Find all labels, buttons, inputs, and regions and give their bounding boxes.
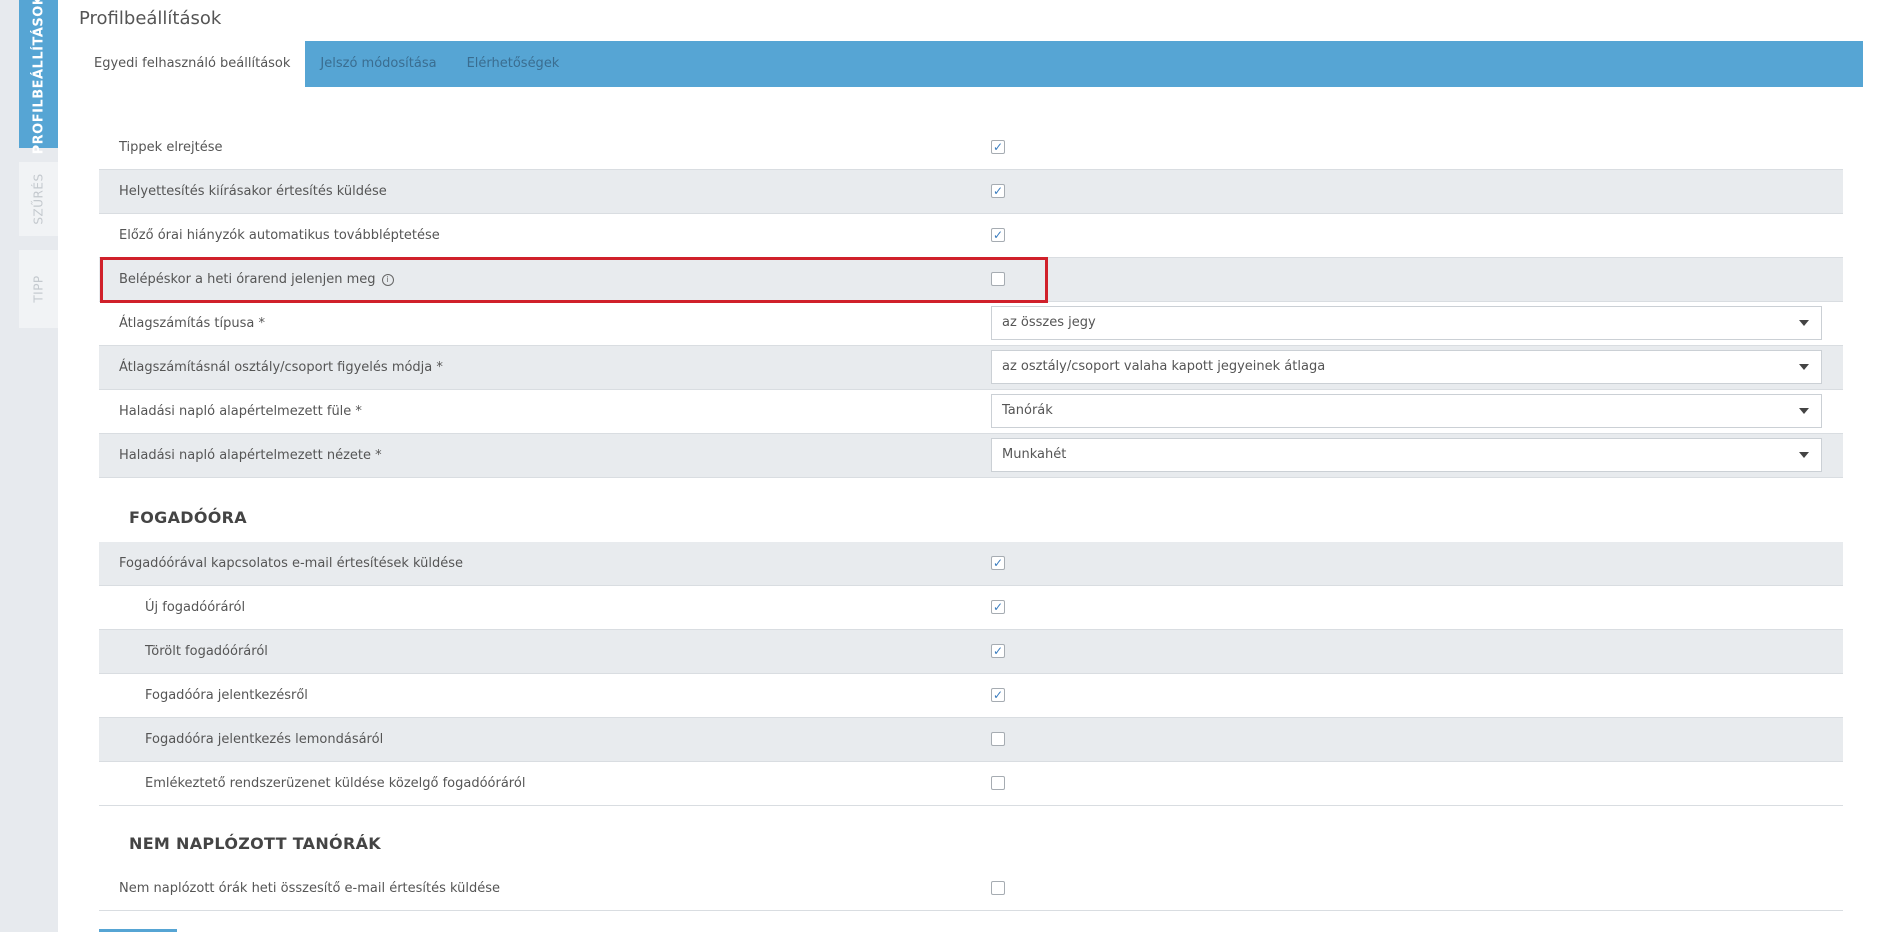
fogadoora-settings-list: Fogadóórával kapcsolatos e-mail értesíté…: [99, 542, 1843, 806]
setting-row: Haladási napló alapértelmezett nézete * …: [99, 434, 1843, 478]
tab-elerhetosegek[interactable]: Elérhetőségek: [452, 41, 575, 87]
setting-label: Helyettesítés kiírásakor értesítés küldé…: [119, 184, 387, 199]
setting-label: Előző órai hiányzók automatikus továbblé…: [119, 228, 440, 243]
sidebar-tab-label: SZŰRÉS: [31, 173, 46, 225]
setting-checkbox[interactable]: [991, 776, 1005, 790]
setting-checkbox[interactable]: ✓: [991, 556, 1005, 570]
select-value: az összes jegy: [1002, 315, 1096, 330]
setting-row: Belépéskor a heti órarend jelenjen meg i: [99, 258, 1843, 302]
sidebar-tab-label: PROFILBEÁLLÍTÁSOK: [31, 0, 47, 154]
setting-select[interactable]: Munkahét: [991, 438, 1822, 472]
setting-label-with-info: Belépéskor a heti órarend jelenjen meg i: [119, 258, 394, 301]
select-value: Munkahét: [1002, 447, 1067, 462]
tab-jelszo-modositasa[interactable]: Jelszó módosítása: [305, 41, 451, 87]
setting-label: Törölt fogadóóráról: [145, 644, 268, 659]
setting-checkbox[interactable]: ✓: [991, 228, 1005, 242]
settings-list: Tippek elrejtése ✓ Helyettesítés kiírása…: [99, 126, 1843, 478]
setting-row: Fogadóóra jelentkezés lemondásáról: [99, 718, 1843, 762]
sidebar: PROFILBEÁLLÍTÁSOK SZŰRÉS TIPP: [0, 0, 58, 932]
setting-label: Fogadóóra jelentkezésről: [145, 688, 308, 703]
setting-label: Fogadóórával kapcsolatos e-mail értesíté…: [119, 556, 464, 571]
setting-select[interactable]: Tanórák: [991, 394, 1822, 428]
setting-label: Fogadóóra jelentkezés lemondásáról: [145, 732, 384, 747]
setting-checkbox[interactable]: [991, 272, 1005, 286]
setting-checkbox[interactable]: ✓: [991, 600, 1005, 614]
setting-checkbox[interactable]: ✓: [991, 140, 1005, 154]
select-value: az osztály/csoport valaha kapott jegyein…: [1002, 359, 1326, 374]
setting-label: Új fogadóóráról: [145, 600, 246, 615]
setting-label: Haladási napló alapértelmezett nézete *: [119, 448, 382, 463]
caret-down-icon: [1799, 408, 1809, 414]
setting-row: Nem naplózott órák heti összesítő e-mail…: [99, 867, 1843, 911]
select-value: Tanórák: [1002, 403, 1053, 418]
page-title: Profilbeállítások: [79, 8, 222, 29]
setting-label: Átlagszámítás típusa *: [119, 316, 265, 331]
tab-egyedi-beallitasok[interactable]: Egyedi felhasználó beállítások: [79, 41, 306, 87]
info-icon[interactable]: i: [381, 273, 394, 286]
setting-checkbox[interactable]: [991, 732, 1005, 746]
setting-label: Átlagszámításnál osztály/csoport figyelé…: [119, 360, 443, 375]
setting-row: Tippek elrejtése ✓: [99, 126, 1843, 170]
caret-down-icon: [1799, 364, 1809, 370]
setting-row: Új fogadóóráról ✓: [99, 586, 1843, 630]
setting-row: Helyettesítés kiírásakor értesítés küldé…: [99, 170, 1843, 214]
caret-down-icon: [1799, 320, 1809, 326]
sidebar-tab-tipp[interactable]: TIPP: [19, 250, 58, 328]
caret-down-icon: [1799, 452, 1809, 458]
setting-row: Haladási napló alapértelmezett füle * Ta…: [99, 390, 1843, 434]
setting-label: Emlékeztető rendszerüzenet küldése közel…: [145, 776, 526, 791]
setting-label: Tippek elrejtése: [119, 140, 223, 155]
setting-checkbox[interactable]: [991, 881, 1005, 895]
section-title-fogadoora: FOGADÓÓRA: [129, 508, 247, 527]
sidebar-tab-label: TIPP: [31, 275, 46, 303]
sidebar-tab-szures[interactable]: SZŰRÉS: [19, 162, 58, 236]
setting-row: Átlagszámítás típusa * az összes jegy: [99, 302, 1843, 346]
setting-select[interactable]: az összes jegy: [991, 306, 1822, 340]
tab-bar: Egyedi felhasználó beállítások Jelszó mó…: [79, 41, 1863, 87]
setting-label-text: Belépéskor a heti órarend jelenjen meg: [119, 272, 376, 287]
setting-row: Emlékeztető rendszerüzenet küldése közel…: [99, 762, 1843, 806]
nem-naplozott-settings-list: Nem naplózott órák heti összesítő e-mail…: [99, 867, 1843, 911]
setting-checkbox[interactable]: ✓: [991, 184, 1005, 198]
setting-row: Előző órai hiányzók automatikus továbblé…: [99, 214, 1843, 258]
sidebar-tab-profilbeallitasok[interactable]: PROFILBEÁLLÍTÁSOK: [19, 0, 58, 154]
setting-checkbox[interactable]: ✓: [991, 644, 1005, 658]
setting-checkbox[interactable]: ✓: [991, 688, 1005, 702]
setting-row: Fogadóóra jelentkezésről ✓: [99, 674, 1843, 718]
setting-row: Törölt fogadóóráról ✓: [99, 630, 1843, 674]
setting-select[interactable]: az osztály/csoport valaha kapott jegyein…: [991, 350, 1822, 384]
section-title-nem-naplozott: NEM NAPLÓZOTT TANÓRÁK: [129, 834, 381, 853]
setting-row: Fogadóórával kapcsolatos e-mail értesíté…: [99, 542, 1843, 586]
setting-label: Nem naplózott órák heti összesítő e-mail…: [119, 881, 501, 896]
setting-label: Haladási napló alapértelmezett füle *: [119, 404, 362, 419]
setting-row: Átlagszámításnál osztály/csoport figyelé…: [99, 346, 1843, 390]
